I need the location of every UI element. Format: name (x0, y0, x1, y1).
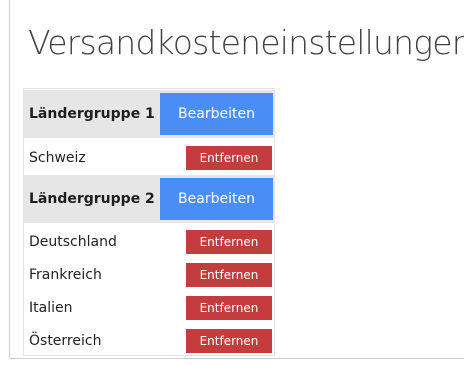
remove-country-button[interactable]: Entfernen (186, 263, 272, 287)
country-name: Schweiz (29, 150, 86, 166)
group-title: Ländergruppe 1 (29, 106, 155, 122)
page-title: Versandkosteneinstellungen (28, 23, 464, 62)
group-title: Ländergruppe 2 (29, 191, 155, 207)
remove-country-button[interactable]: Entfernen (186, 329, 272, 353)
country-name: Deutschland (29, 234, 117, 250)
country-groups-panel: Ländergruppe 1 Bearbeiten Schweiz Entfer… (23, 88, 275, 356)
group-header: Ländergruppe 1 Bearbeiten (24, 90, 274, 138)
country-row: Italien Entfernen (24, 291, 274, 325)
country-name: Österreich (29, 333, 102, 349)
country-row: Schweiz Entfernen (24, 141, 274, 175)
group-header: Ländergruppe 2 Bearbeiten (24, 175, 274, 223)
country-row: Österreich Entfernen (24, 324, 274, 358)
remove-country-button[interactable]: Entfernen (186, 146, 272, 170)
edit-group-button[interactable]: Bearbeiten (160, 178, 273, 220)
country-name: Italien (29, 300, 73, 316)
country-row: Deutschland Entfernen (24, 225, 274, 259)
remove-country-button[interactable]: Entfernen (186, 296, 272, 320)
remove-country-button[interactable]: Entfernen (186, 230, 272, 254)
edit-group-button[interactable]: Bearbeiten (160, 93, 273, 135)
country-name: Frankreich (29, 267, 102, 283)
country-row: Frankreich Entfernen (24, 258, 274, 292)
